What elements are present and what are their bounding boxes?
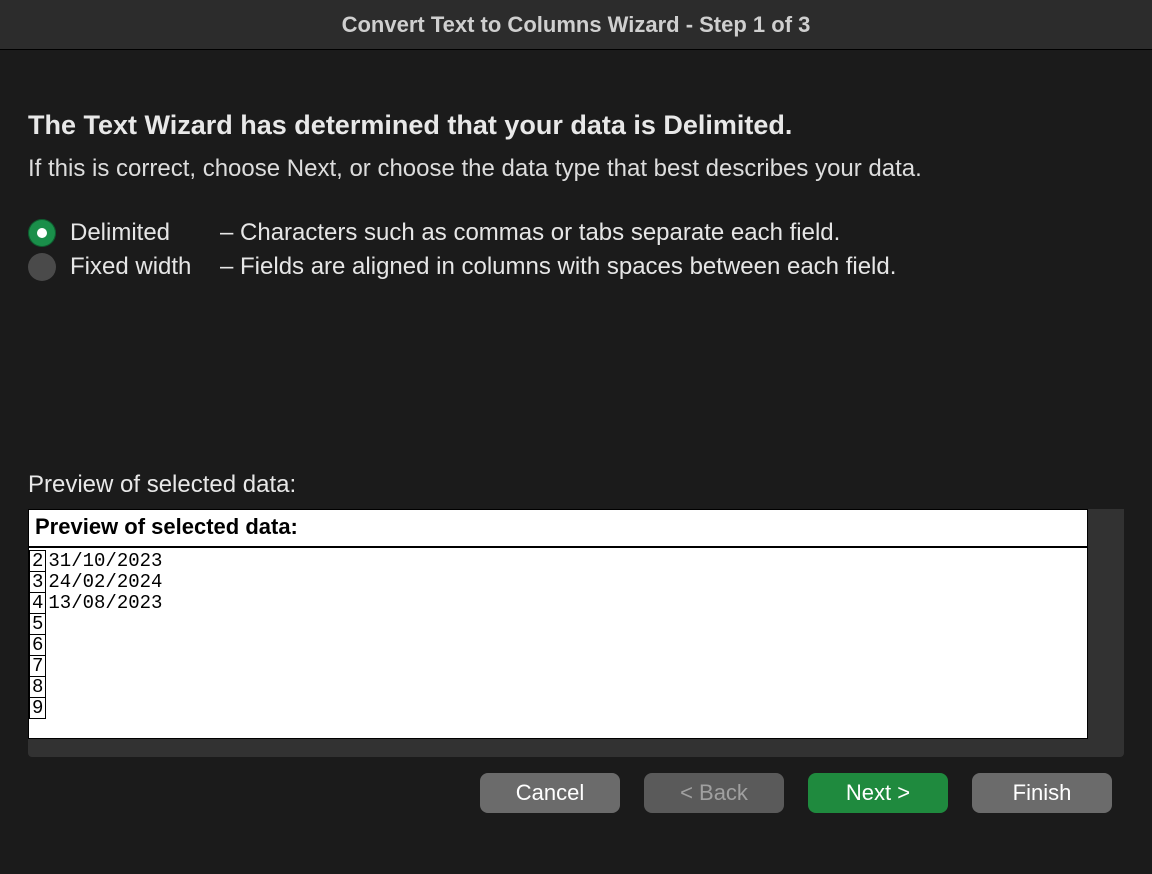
table-row: 231/10/2023 [30, 551, 165, 572]
radio-fixed-label: Fixed width [70, 253, 220, 281]
option-delimited-row[interactable]: Delimited – Characters such as commas or… [28, 219, 1124, 247]
back-button: < Back [644, 773, 784, 813]
row-line-number: 7 [30, 656, 46, 677]
window-title: Convert Text to Columns Wizard - Step 1 … [0, 0, 1152, 50]
row-line-number: 5 [30, 614, 46, 635]
row-line-number: 4 [30, 593, 46, 614]
row-line-number: 3 [30, 572, 46, 593]
radio-delimited-label: Delimited [70, 219, 220, 247]
row-value: 13/08/2023 [46, 593, 165, 614]
radio-delimited[interactable] [28, 219, 56, 247]
preview-table: 231/10/2023324/02/2024413/08/202356789 [29, 550, 165, 719]
row-line-number: 6 [30, 635, 46, 656]
preview-label: Preview of selected data: [28, 471, 1124, 499]
radio-fixed-width[interactable] [28, 253, 56, 281]
row-line-number: 2 [30, 551, 46, 572]
radio-fixed-desc: – Fields are aligned in columns with spa… [220, 253, 896, 281]
window-title-text: Convert Text to Columns Wizard - Step 1 … [342, 12, 811, 38]
table-row: 9 [30, 698, 165, 719]
table-row: 5 [30, 614, 165, 635]
table-row: 7 [30, 656, 165, 677]
next-button[interactable]: Next > [808, 773, 948, 813]
wizard-heading: The Text Wizard has determined that your… [28, 110, 1124, 141]
row-line-number: 9 [30, 698, 46, 719]
wizard-button-row: Cancel < Back Next > Finish [0, 773, 1152, 813]
preview-container: Preview of selected data: 231/10/2023324… [28, 509, 1124, 757]
row-line-number: 8 [30, 677, 46, 698]
option-fixed-row[interactable]: Fixed width – Fields are aligned in colu… [28, 253, 1124, 281]
table-row: 6 [30, 635, 165, 656]
table-row: 324/02/2024 [30, 572, 165, 593]
row-value: 31/10/2023 [46, 551, 165, 572]
preview-box: Preview of selected data: 231/10/2023324… [28, 509, 1088, 739]
row-value: 24/02/2024 [46, 572, 165, 593]
cancel-button[interactable]: Cancel [480, 773, 620, 813]
table-row: 413/08/2023 [30, 593, 165, 614]
wizard-content: The Text Wizard has determined that your… [0, 50, 1152, 757]
wizard-subheading: If this is correct, choose Next, or choo… [28, 155, 1124, 183]
finish-button[interactable]: Finish [972, 773, 1112, 813]
preview-header: Preview of selected data: [29, 510, 1087, 548]
table-row: 8 [30, 677, 165, 698]
radio-delimited-desc: – Characters such as commas or tabs sepa… [220, 219, 840, 247]
